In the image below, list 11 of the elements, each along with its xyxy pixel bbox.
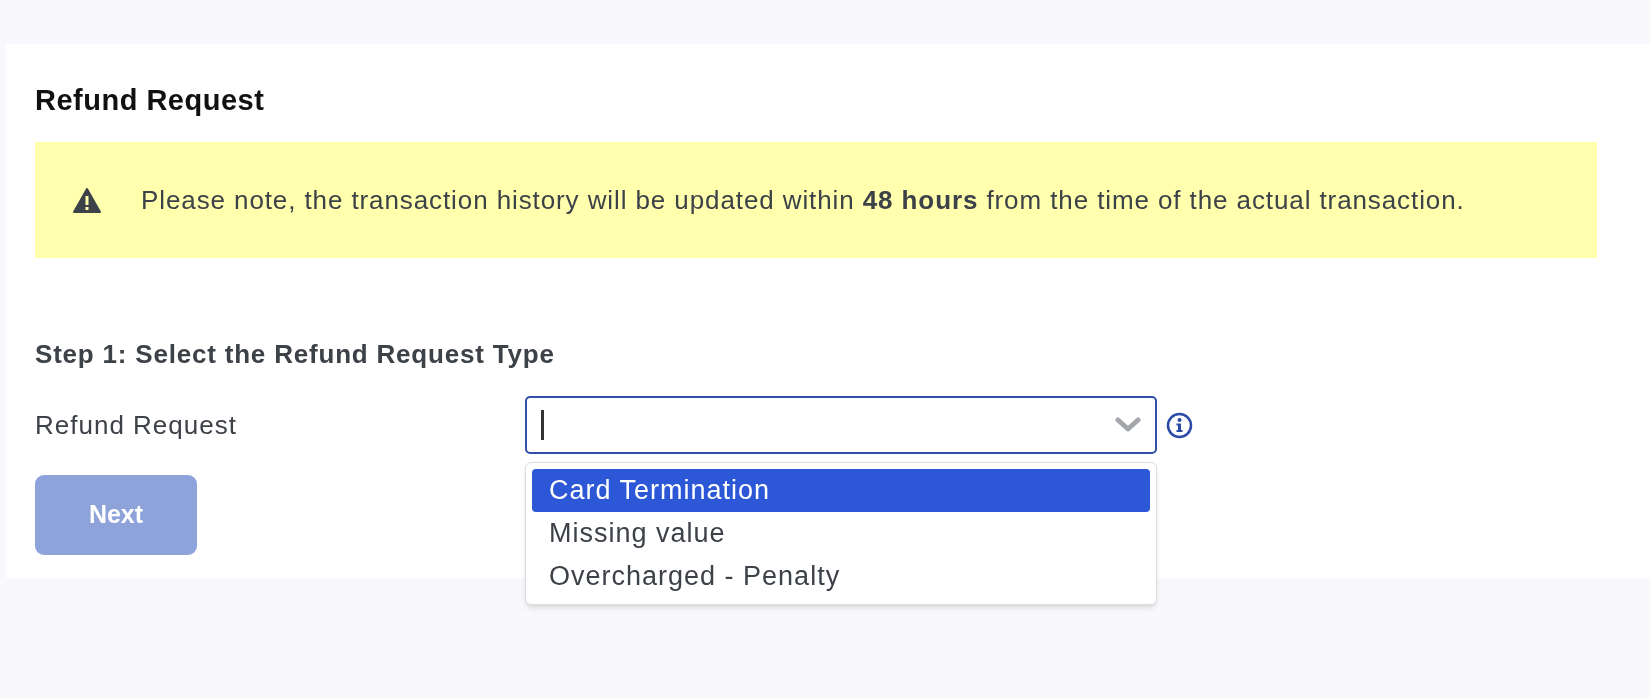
warning-icon <box>73 187 101 213</box>
step-heading: Step 1: Select the Refund Request Type <box>35 338 556 370</box>
info-icon[interactable] <box>1166 411 1193 439</box>
dropdown-option[interactable]: Missing value <box>532 512 1150 555</box>
notice-text: Please note, the transaction history will be updated within 48 hours from the time of the actual transaction. <box>141 183 1465 217</box>
text-cursor <box>541 410 544 440</box>
page-title: Refund Request <box>35 83 266 118</box>
dropdown-option[interactable]: Card Termination <box>532 469 1150 512</box>
field-label: Refund Request <box>35 408 238 442</box>
dropdown-option[interactable]: Overcharged - Penalty <box>532 555 1150 598</box>
chevron-down-icon <box>1115 417 1141 433</box>
